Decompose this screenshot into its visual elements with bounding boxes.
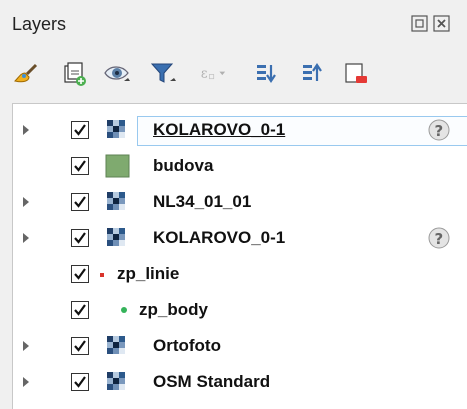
panel-title: Layers [12,14,67,34]
polygon-fill-icon [105,154,131,178]
close-panel-icon[interactable] [432,14,452,34]
visibility-eye-icon[interactable] [102,58,132,88]
layer-checkbox[interactable] [71,265,89,283]
layer-row[interactable]: OSM Standard [13,364,467,400]
layer-checkbox[interactable] [71,373,89,391]
raster-icon [105,190,131,214]
layer-name: zp_linie [117,264,180,283]
layer-name: OSM Standard [153,372,271,391]
expand-arrow-icon[interactable] [23,125,29,135]
raster-icon [105,370,131,394]
layer-checkbox[interactable] [71,157,89,175]
layer-name: zp_body [139,300,208,319]
collapse-all-icon[interactable] [298,58,328,88]
svg-text:ε: ε [201,66,208,81]
layer-checkbox[interactable] [71,301,89,319]
layer-row[interactable]: Ortofoto [13,328,467,364]
layer-row[interactable]: zp_linie [13,256,467,292]
expand-arrow-icon[interactable] [23,377,29,387]
expand-all-icon[interactable] [252,58,282,88]
layer-name: KOLAROVO_0-1 [153,228,286,247]
expand-arrow-icon[interactable] [23,341,29,351]
unknown-crs-icon[interactable]: ? [427,226,451,250]
remove-layer-icon[interactable] [340,58,370,88]
expand-arrow-icon[interactable] [23,197,29,207]
layer-checkbox[interactable] [71,193,89,211]
layer-checkbox[interactable] [71,121,89,139]
layer-row[interactable]: budova [13,148,467,184]
raster-icon [105,226,131,250]
layer-name: NL34_01_01 [153,192,252,211]
layer-row[interactable]: NL34_01_01 [13,184,467,220]
layer-name: Ortofoto [153,336,221,355]
layer-name: budova [153,156,214,175]
unknown-crs-icon[interactable]: ? [427,118,451,142]
filter-icon[interactable] [148,58,178,88]
layers-toolbar: ε [0,52,467,98]
add-group-icon[interactable] [58,58,88,88]
svg-text:?: ? [435,122,444,140]
layer-name: KOLAROVO_0-1 [153,120,286,139]
svg-text:?: ? [435,230,444,248]
expression-filter-icon[interactable]: ε [198,58,228,88]
raster-icon [105,334,131,358]
float-panel-icon[interactable] [410,14,430,34]
layer-row[interactable]: KOLAROVO_0-1 ? [13,112,467,148]
layer-checkbox[interactable] [71,337,89,355]
layer-row[interactable]: KOLAROVO_0-1 ? [13,220,467,256]
layer-checkbox[interactable] [71,229,89,247]
layer-tree: KOLAROVO_0-1 ? budova NL34_01_01 KOLAROV… [12,103,467,409]
panel-header: Layers [0,0,467,52]
expand-arrow-icon[interactable] [23,233,29,243]
layer-row[interactable]: zp_body [13,292,467,328]
style-brush-icon[interactable] [10,58,40,88]
raster-icon [105,118,131,142]
